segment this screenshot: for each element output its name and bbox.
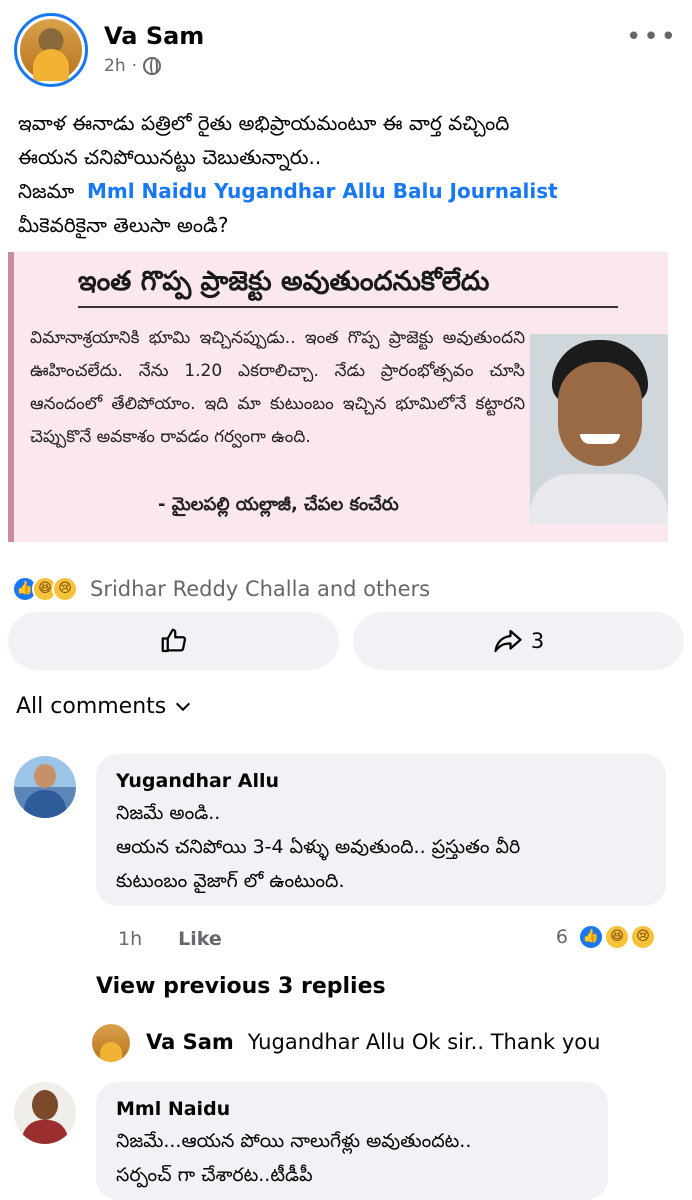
reply-author: Va Sam — [146, 1030, 234, 1054]
comment-text-line: నిజమే...ఆయన పోయి నాలుగేళ్లు అవుతుందట.. — [116, 1130, 472, 1152]
comment-text-line: కుటుంబం వైజాగ్ లో ఉంటుంది. — [116, 870, 345, 892]
comment-text-line: ఆయన చనిపోయి 3-4 ఏళ్ళు అవుతుంది.. ప్రస్తు… — [116, 836, 521, 858]
clipping-headline: ఇంత గొప్ప ప్రాజెక్టు అవుతుందనుకోలేదు — [78, 266, 490, 297]
post-image-clipping[interactable]: ఇంత గొప్ప ప్రాజెక్టు అవుతుందనుకోలేదు విమ… — [8, 252, 668, 542]
share-icon — [494, 629, 522, 653]
share-count: 3 — [530, 629, 545, 653]
comment-text-line: సర్పంచ్ గా చేశారట..టీడీపీ — [116, 1164, 313, 1186]
comment-meta: 1h Like — [118, 928, 222, 950]
reaction-icons: 👍 😆 😢 — [12, 576, 78, 602]
comments-filter-label: All comments — [16, 694, 167, 719]
reply-preview[interactable]: Va Sam Yugandhar Allu Ok sir.. Thank you — [146, 1030, 600, 1054]
post-time[interactable]: 2h — [104, 56, 126, 76]
like-reaction-icon: 👍 — [578, 924, 604, 950]
commenter-avatar[interactable] — [14, 756, 76, 818]
globe-icon — [143, 57, 161, 75]
author-name[interactable]: Va Sam — [104, 22, 204, 50]
like-button[interactable] — [8, 612, 339, 670]
author-avatar[interactable] — [14, 13, 88, 87]
clipping-byline: - మైలపల్లి యల్లాజీ, చేపల కంచేరు — [158, 494, 399, 515]
clipping-body: విమానాశ్రయానికి భూమి ఇచ్చినప్పుడు.. ఇంత … — [30, 328, 525, 447]
commenter-name[interactable]: Yugandhar Allu — [116, 768, 646, 794]
comment-like-button[interactable]: Like — [178, 928, 222, 950]
post-text-line: నిజమా Mml Naidu Yugandhar Allu Balu Jour… — [18, 174, 678, 208]
comments-filter-dropdown[interactable]: All comments — [16, 694, 191, 719]
post-actions: 3 — [8, 612, 684, 670]
comment-bubble: Mml Naidu నిజమే...ఆయన పోయి నాలుగేళ్లు అవ… — [96, 1082, 608, 1200]
reply-text: Yugandhar Allu Ok sir.. Thank you — [247, 1030, 601, 1054]
post-text-line: ఇవాళ ఈనాడు పత్రిలో రైతు అభిప్రాయమంటూ ఈ వ… — [18, 111, 510, 135]
post-text-line: మీకెవరికైనా తెలుసా అండి? — [18, 213, 229, 237]
comment-bubble: Yugandhar Allu నిజమే అండి.. ఆయన చనిపోయి … — [96, 754, 666, 906]
sad-reaction-icon: 😢 — [630, 924, 656, 950]
comment-time[interactable]: 1h — [118, 928, 142, 950]
clipping-edge — [8, 252, 14, 542]
haha-reaction-icon: 😆 — [604, 924, 630, 950]
reaction-names[interactable]: Sridhar Reddy Challa and others — [90, 577, 430, 601]
chevron-down-icon — [176, 696, 191, 711]
comment-text-line: నిజమే అండి.. — [116, 802, 221, 824]
thumbs-up-icon — [161, 628, 186, 653]
mention-links[interactable]: Mml Naidu Yugandhar Allu Balu Journalist — [87, 179, 558, 203]
post-text-line: ఈయన చనిపోయినట్టు చెబుతున్నారు.. — [18, 145, 322, 169]
view-previous-replies-link[interactable]: View previous 3 replies — [96, 974, 386, 999]
comment-reaction-count: 6 — [555, 926, 568, 948]
post-header: Va Sam 2h · ••• — [0, 0, 692, 100]
meta-separator: · — [131, 56, 137, 76]
share-button[interactable]: 3 — [353, 612, 684, 670]
post-meta: 2h · — [104, 56, 161, 76]
sad-reaction-icon: 😢 — [52, 576, 78, 602]
comment-reactions[interactable]: 6 👍 😆 😢 — [555, 924, 656, 950]
reply-avatar[interactable] — [92, 1024, 130, 1062]
post-text-prefix: నిజమా — [18, 179, 75, 203]
post-text: ఇవాళ ఈనాడు పత్రిలో రైతు అభిప్రాయమంటూ ఈ వ… — [18, 106, 678, 242]
ellipsis-icon[interactable]: ••• — [626, 22, 678, 52]
commenter-avatar[interactable] — [14, 1082, 76, 1144]
clipping-photo — [530, 334, 668, 524]
commenter-name[interactable]: Mml Naidu — [116, 1096, 588, 1122]
reactions-summary[interactable]: 👍 😆 😢 Sridhar Reddy Challa and others — [12, 576, 430, 602]
clipping-divider — [78, 306, 618, 308]
